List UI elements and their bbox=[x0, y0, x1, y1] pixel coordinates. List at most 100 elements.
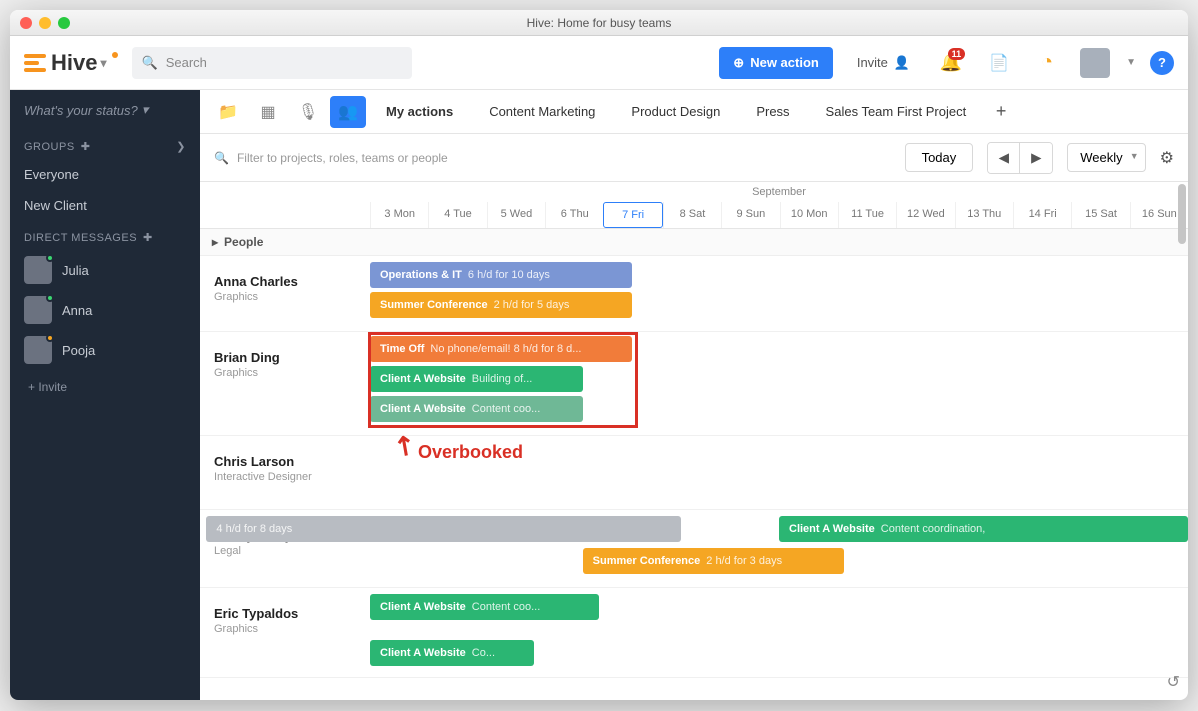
dm-name: Anna bbox=[62, 303, 92, 318]
view-select[interactable]: Weekly ▼ bbox=[1067, 143, 1145, 172]
presence-indicator bbox=[46, 254, 54, 262]
notifications-button[interactable]: 🔔 11 bbox=[934, 46, 968, 80]
status-input[interactable]: What's your status? ▾ bbox=[10, 90, 200, 130]
avatar bbox=[24, 256, 52, 284]
traffic-lights bbox=[20, 17, 70, 29]
sidebar-group-new-client[interactable]: New Client bbox=[10, 190, 200, 221]
person-role: Graphics bbox=[214, 623, 356, 635]
tab-content-marketing[interactable]: Content Marketing bbox=[473, 92, 611, 131]
app-window: Hive: Home for busy teams Hive ▾ 🔍 Searc… bbox=[10, 10, 1188, 700]
hive-icon bbox=[24, 54, 46, 72]
presence-indicator bbox=[46, 294, 54, 302]
prev-button[interactable]: ◀ bbox=[988, 143, 1020, 173]
clock-icon: ◔ bbox=[1041, 51, 1053, 74]
history-button[interactable]: ↺ bbox=[1167, 672, 1180, 692]
task-bar[interactable]: 4 h/d for 8 days bbox=[206, 516, 680, 542]
sidebar-invite[interactable]: + Invite bbox=[10, 370, 200, 404]
person-role: Legal bbox=[214, 545, 356, 557]
presence-indicator bbox=[46, 334, 54, 342]
dm-anna[interactable]: Anna bbox=[10, 290, 200, 330]
add-tab-button[interactable]: + bbox=[986, 101, 1016, 122]
collapse-icon[interactable]: ❯ bbox=[176, 140, 186, 153]
search-icon: 🔍 bbox=[142, 55, 158, 71]
close-icon[interactable] bbox=[20, 17, 32, 29]
next-button[interactable]: ▶ bbox=[1020, 143, 1052, 173]
task-bar[interactable]: Operations & IT 6 h/d for 10 days bbox=[370, 262, 632, 288]
tab-sales-team[interactable]: Sales Team First Project bbox=[810, 92, 983, 131]
day-header: 9 Sun bbox=[721, 202, 779, 228]
day-header: 4 Tue bbox=[428, 202, 486, 228]
sidebar-group-everyone[interactable]: Everyone bbox=[10, 159, 200, 190]
invite-person-icon: 👤 bbox=[894, 55, 910, 71]
card-view-icon[interactable]: ▦ bbox=[250, 96, 286, 128]
month-label: September bbox=[370, 182, 1188, 202]
maximize-icon[interactable] bbox=[58, 17, 70, 29]
invite-button[interactable]: Invite 👤 bbox=[847, 47, 920, 79]
task-bar[interactable]: Time Off No phone/email! 8 h/d for 8 d..… bbox=[370, 336, 632, 362]
mac-titlebar: Hive: Home for busy teams bbox=[10, 10, 1188, 36]
task-bar[interactable]: Client A Website Content coo... bbox=[370, 396, 583, 422]
resource-timeline: September 3 Mon 4 Tue 5 Wed 6 Thu 7 Fri … bbox=[200, 182, 1188, 700]
left-sidebar: What's your status? ▾ GROUPS ✚ ❯ Everyon… bbox=[10, 90, 200, 700]
dm-pooja[interactable]: Pooja bbox=[10, 330, 200, 370]
plus-icon[interactable]: ✚ bbox=[81, 140, 91, 153]
profile-menu[interactable] bbox=[1078, 46, 1112, 80]
task-bar[interactable]: Summer Conference 2 h/d for 5 days bbox=[370, 292, 632, 318]
task-bar[interactable]: Client A Website Content coo... bbox=[370, 594, 599, 620]
dm-julia[interactable]: Julia bbox=[10, 250, 200, 290]
person-row-danny: Danny Curry Legal 4 h/d for 8 days Clien… bbox=[200, 510, 1188, 588]
settings-button[interactable]: ⚙ bbox=[1160, 148, 1174, 168]
global-search[interactable]: 🔍 Search bbox=[132, 47, 412, 79]
calendar-header: 3 Mon 4 Tue 5 Wed 6 Thu 7 Fri 8 Sat 9 Su… bbox=[200, 202, 1188, 229]
help-button[interactable]: ? bbox=[1150, 51, 1174, 75]
avatar bbox=[1080, 48, 1110, 78]
plus-circle-icon: ⊕ bbox=[733, 55, 744, 71]
filter-input[interactable]: 🔍 Filter to projects, roles, teams or pe… bbox=[214, 151, 448, 165]
chevron-down-icon: ▾ bbox=[142, 102, 149, 118]
person-row-anna: Anna Charles Graphics Operations & IT 6 … bbox=[200, 256, 1188, 332]
new-action-button[interactable]: ⊕ New action bbox=[719, 47, 833, 79]
tab-product-design[interactable]: Product Design bbox=[615, 92, 736, 131]
person-name: Eric Typaldos bbox=[214, 606, 356, 621]
dm-header: DIRECT MESSAGES ✚ bbox=[10, 221, 200, 250]
chevron-down-icon: ▾ bbox=[100, 56, 106, 70]
day-header: 15 Sat bbox=[1071, 202, 1129, 228]
window-title: Hive: Home for busy teams bbox=[10, 16, 1188, 30]
scrollbar-thumb[interactable] bbox=[1178, 184, 1186, 244]
day-header: 8 Sat bbox=[663, 202, 721, 228]
minimize-icon[interactable] bbox=[39, 17, 51, 29]
task-bar[interactable]: Client A Website Content coordination, bbox=[779, 516, 1188, 542]
filter-placeholder: Filter to projects, roles, teams or peop… bbox=[237, 151, 448, 165]
tab-press[interactable]: Press bbox=[740, 92, 805, 131]
person-name: Brian Ding bbox=[214, 350, 356, 365]
people-view-icon[interactable]: 👥 bbox=[330, 96, 366, 128]
status-placeholder: What's your status? bbox=[24, 103, 138, 118]
day-header: 12 Wed bbox=[896, 202, 954, 228]
person-role: Interactive Designer bbox=[214, 471, 356, 483]
clock-button[interactable]: ◔ bbox=[1030, 46, 1064, 80]
task-bar[interactable]: Client A Website Co... bbox=[370, 640, 534, 666]
avatar bbox=[24, 336, 52, 364]
today-button[interactable]: Today bbox=[905, 143, 974, 172]
tab-my-actions[interactable]: My actions bbox=[370, 92, 469, 131]
plus-icon[interactable]: ✚ bbox=[143, 231, 153, 244]
mic-view-icon[interactable]: 🎙 bbox=[290, 96, 326, 128]
search-placeholder: Search bbox=[166, 55, 207, 70]
avatar bbox=[24, 296, 52, 324]
brand-name: Hive bbox=[51, 50, 97, 76]
task-bar[interactable]: Summer Conference 2 h/d for 3 days bbox=[583, 548, 845, 574]
task-bar[interactable]: Client A Website Building of... bbox=[370, 366, 583, 392]
day-header: 3 Mon bbox=[370, 202, 428, 228]
view-tabbar: 📁 ▦ 🎙 👥 My actions Content Marketing Pro… bbox=[200, 90, 1188, 134]
groups-header: GROUPS ✚ ❯ bbox=[10, 130, 200, 159]
day-header-current: 7 Fri bbox=[603, 202, 662, 228]
person-role: Graphics bbox=[214, 291, 356, 303]
dm-name: Julia bbox=[62, 263, 89, 278]
folder-view-icon[interactable]: 📁 bbox=[210, 96, 246, 128]
search-icon: 🔍 bbox=[214, 151, 229, 165]
section-people[interactable]: ▸People bbox=[200, 229, 1188, 256]
document-button[interactable]: 📄 bbox=[982, 46, 1016, 80]
person-row-chris: Chris Larson Interactive Designer ↖ Over… bbox=[200, 436, 1188, 510]
person-role: Graphics bbox=[214, 367, 356, 379]
brand-logo[interactable]: Hive ▾ bbox=[24, 50, 118, 76]
